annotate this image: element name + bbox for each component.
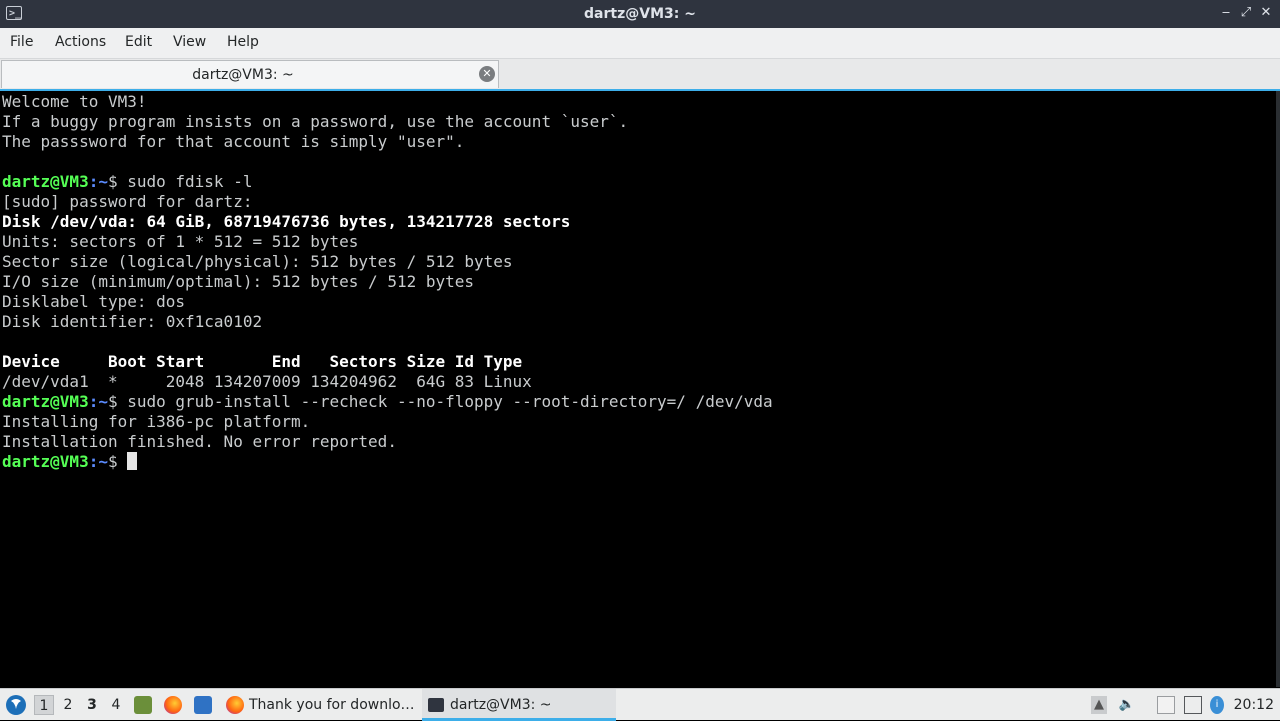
maximize-button[interactable]: ⤢ <box>1238 5 1254 21</box>
show-desktop-icon[interactable] <box>194 696 212 714</box>
terminal-line: The passsword for that account is simply… <box>2 132 773 152</box>
output-text: Disk /dev/vda: 64 GiB, 68719476736 bytes… <box>2 212 571 231</box>
terminal-area[interactable]: Welcome to VM3! If a buggy program insist… <box>0 91 1280 687</box>
output-text: Installation finished. No error reported… <box>2 432 397 451</box>
start-menu-icon[interactable] <box>6 695 26 715</box>
prompt-path: :~ <box>88 452 108 471</box>
menu-file[interactable]: File <box>10 34 33 50</box>
output-text: Device Boot Start End Sectors Size Id Ty… <box>2 352 523 371</box>
clock[interactable]: 20:12 <box>1234 689 1274 721</box>
output-text: /dev/vda1 * 2048 134207009 134204962 64G… <box>2 372 532 391</box>
task-label: dartz@VM3: ~ <box>450 697 552 713</box>
task-label: Thank you for downlo… <box>249 697 415 713</box>
terminal-line: /dev/vda1 * 2048 134207009 134204962 64G… <box>2 372 773 392</box>
output-text: I/O size (minimum/optimal): 512 bytes / … <box>2 272 475 291</box>
text-cursor <box>127 452 138 470</box>
prompt-symbol: $ <box>107 392 128 411</box>
prompt-user: dartz@VM3 <box>2 452 89 471</box>
tray-up-arrow-icon[interactable]: ▲ <box>1091 696 1107 714</box>
desktop-1[interactable]: 1 <box>34 695 54 715</box>
terminal-line: dartz@VM3:~$ sudo fdisk -l <box>2 172 773 192</box>
tab-bar: dartz@VM3: ~ ✕ <box>0 59 1280 89</box>
menu-actions[interactable]: Actions <box>55 34 106 50</box>
output-text: Disk identifier: 0xf1ca0102 <box>2 312 263 331</box>
terminal-line: Units: sectors of 1 * 512 = 512 bytes <box>2 232 773 252</box>
terminal-line: Sector size (logical/physical): 512 byte… <box>2 252 773 272</box>
prompt-symbol: $ <box>107 452 128 471</box>
window-titlebar[interactable]: >_ dartz@VM3: ~ ‒ ⤢ ✕ <box>0 0 1280 28</box>
output-text: Installing for i386-pc platform. <box>2 412 311 431</box>
menu-edit[interactable]: Edit <box>125 34 152 50</box>
menu-help[interactable]: Help <box>227 34 259 50</box>
minimize-button[interactable]: ‒ <box>1218 5 1234 21</box>
output-text: Disklabel type: dos <box>2 292 186 311</box>
terminal-line: Device Boot Start End Sectors Size Id Ty… <box>2 352 773 372</box>
desktop-2[interactable]: 2 <box>58 695 78 715</box>
terminal-line: Installation finished. No error reported… <box>2 432 773 452</box>
output-text: Welcome to VM3! <box>2 92 147 111</box>
taskbar: 1 2 3 4 Thank you for downlo… dartz@VM3:… <box>0 688 1280 721</box>
terminal-line: Welcome to VM3! <box>2 92 773 112</box>
terminal-output: Welcome to VM3! If a buggy program insist… <box>2 92 773 472</box>
clipboard-icon[interactable] <box>1157 696 1175 714</box>
command-text: sudo grub-install --recheck --no-floppy … <box>127 392 773 411</box>
network-icon[interactable] <box>1184 696 1202 714</box>
menubar: File Actions Edit View Help <box>0 28 1280 59</box>
update-notifier-icon[interactable]: i <box>1210 696 1224 714</box>
terminal-task-icon <box>428 698 444 712</box>
close-button[interactable]: ✕ <box>1258 5 1274 21</box>
desktop-3[interactable]: 3 <box>82 695 102 715</box>
terminal-line: dartz@VM3:~$ sudo grub-install --recheck… <box>2 392 773 412</box>
task-firefox[interactable]: Thank you for downlo… <box>222 689 418 721</box>
prompt-path: :~ <box>88 392 108 411</box>
firefox-task-icon <box>226 696 244 714</box>
tab-terminal[interactable]: dartz@VM3: ~ ✕ <box>1 60 499 88</box>
desktop-4[interactable]: 4 <box>106 695 126 715</box>
terminal-line: If a buggy program insists on a password… <box>2 112 773 132</box>
output-text: [sudo] password for dartz: <box>2 192 253 211</box>
output-text: Units: sectors of 1 * 512 = 512 bytes <box>2 232 359 251</box>
prompt-symbol: $ <box>107 172 128 191</box>
terminal-line: Disklabel type: dos <box>2 292 773 312</box>
task-terminal[interactable]: dartz@VM3: ~ <box>422 689 616 721</box>
terminal-line: Disk identifier: 0xf1ca0102 <box>2 312 773 332</box>
terminal-line: I/O size (minimum/optimal): 512 bytes / … <box>2 272 773 292</box>
prompt-user: dartz@VM3 <box>2 172 89 191</box>
output-text: Sector size (logical/physical): 512 byte… <box>2 252 513 271</box>
volume-icon[interactable]: 🔈 <box>1118 696 1136 714</box>
prompt-user: dartz@VM3 <box>2 392 89 411</box>
tab-label: dartz@VM3: ~ <box>192 67 294 83</box>
file-manager-icon[interactable] <box>134 696 152 714</box>
firefox-icon[interactable] <box>164 696 182 714</box>
output-text: The passsword for that account is simply… <box>2 132 465 151</box>
prompt-path: :~ <box>88 172 108 191</box>
command-text: sudo fdisk -l <box>127 172 253 191</box>
terminal-line: Disk /dev/vda: 64 GiB, 68719476736 bytes… <box>2 212 773 232</box>
tab-close-icon[interactable]: ✕ <box>479 66 495 82</box>
terminal-line: [sudo] password for dartz: <box>2 192 773 212</box>
output-text: If a buggy program insists on a password… <box>2 112 629 131</box>
menu-view[interactable]: View <box>173 34 206 50</box>
window-title: dartz@VM3: ~ <box>584 6 696 22</box>
terminal-line: Installing for i386-pc platform. <box>2 412 773 432</box>
terminal-line: dartz@VM3:~$ <box>2 452 773 472</box>
